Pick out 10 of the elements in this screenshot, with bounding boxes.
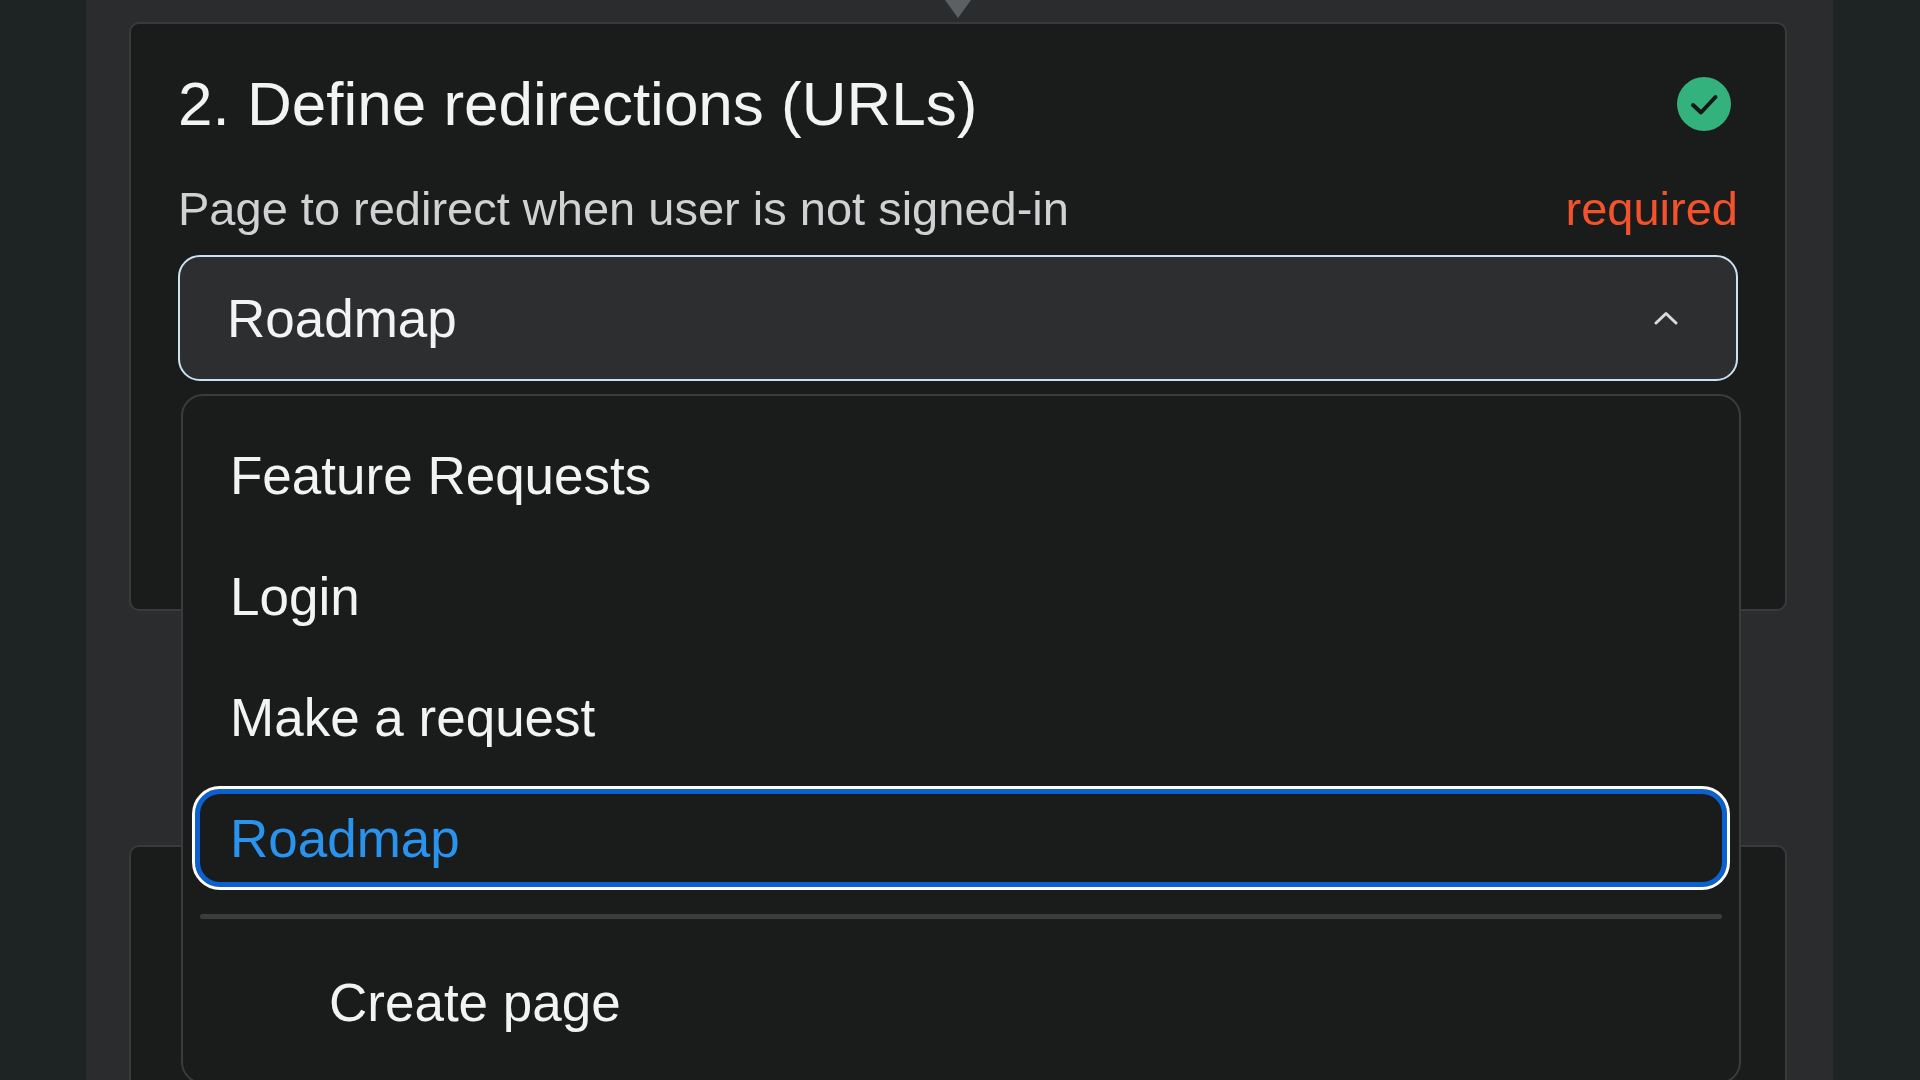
create-page-item[interactable]: Create page	[192, 950, 1730, 1054]
dropdown-option[interactable]: Login	[192, 544, 1730, 648]
step-title: 2. Define redirections (URLs)	[178, 72, 978, 136]
triangle-icon	[944, 0, 971, 18]
field-label: Page to redirect when user is not signed-in	[178, 181, 1069, 237]
required-note: required	[1565, 181, 1738, 237]
dropdown-option[interactable]: Make a request	[192, 665, 1730, 769]
dropdown-option[interactable]: Roadmap	[192, 786, 1730, 890]
dropdown-option[interactable]: Feature Requests	[192, 423, 1730, 527]
page-select[interactable]: Roadmap	[178, 255, 1738, 381]
